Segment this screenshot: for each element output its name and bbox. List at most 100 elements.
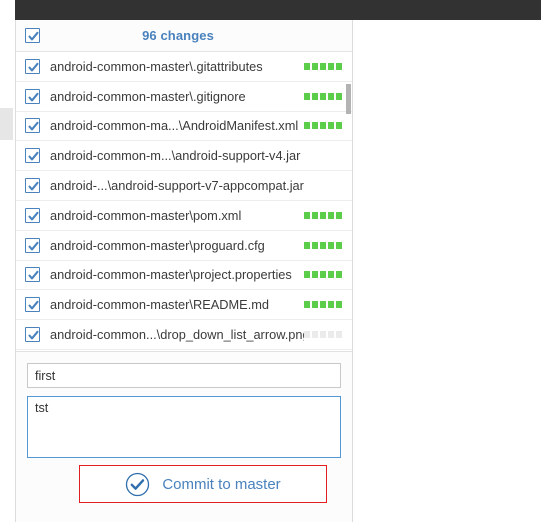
file-path-label: android-common-master\proguard.cfg xyxy=(50,237,265,253)
file-checkbox[interactable] xyxy=(25,58,40,74)
diff-size-indicator xyxy=(304,211,342,219)
diff-size-indicator xyxy=(304,92,342,100)
diff-bar xyxy=(312,92,318,100)
diff-size-indicator xyxy=(304,331,342,339)
diff-bar xyxy=(336,122,342,130)
file-path-label: android-common-master\.gitattributes xyxy=(50,58,263,74)
file-path-label: android-...\android-support-v7-appcompat… xyxy=(50,178,304,194)
select-all-checkbox[interactable] xyxy=(25,28,40,43)
check-icon xyxy=(28,271,39,280)
diff-bar xyxy=(320,331,326,339)
app-window: 96 changes android-common-master\.gitatt… xyxy=(0,0,541,522)
diff-bar xyxy=(328,331,334,339)
diff-bar xyxy=(312,271,318,279)
diff-bar xyxy=(336,241,342,249)
file-row[interactable]: android-common-master\pom.xml xyxy=(16,200,352,231)
window-title-bar xyxy=(15,0,541,20)
file-checkbox[interactable] xyxy=(25,88,40,104)
diff-bar xyxy=(336,62,342,70)
file-row[interactable]: android-common...\drop_down_list_arrow.p… xyxy=(16,320,352,350)
diff-bar xyxy=(336,331,342,339)
diff-bar xyxy=(304,301,310,309)
commit-button-label: Commit to master xyxy=(162,475,281,493)
diff-bar xyxy=(312,301,318,309)
commit-description-input[interactable] xyxy=(27,396,341,458)
commit-form: Commit to master xyxy=(16,351,352,522)
diff-bar xyxy=(336,211,342,219)
diff-bar xyxy=(328,211,334,219)
file-list-scrollbar[interactable] xyxy=(345,52,352,351)
diff-size-indicator xyxy=(304,62,342,70)
diff-bar xyxy=(304,62,310,70)
changes-list-header: 96 changes xyxy=(16,20,352,52)
diff-bar xyxy=(312,122,318,130)
diff-size-indicator xyxy=(304,241,342,249)
check-icon xyxy=(28,330,39,340)
file-path-label: android-common-m...\android-support-v4.j… xyxy=(50,148,301,164)
file-checkbox[interactable] xyxy=(25,148,40,164)
check-icon xyxy=(28,152,39,161)
changes-count-label: 96 changes xyxy=(142,28,214,43)
file-row[interactable]: android-common-master\.gitattributes xyxy=(16,52,352,82)
check-icon xyxy=(28,62,39,72)
diff-bar xyxy=(328,62,334,70)
diff-bar xyxy=(312,241,318,249)
file-row[interactable]: android-common-master\.gitignore xyxy=(16,81,352,112)
diff-bar xyxy=(304,92,310,100)
file-checkbox[interactable] xyxy=(25,237,40,253)
file-row[interactable]: android-common-ma...\AndroidManifest.xml xyxy=(16,111,352,142)
diff-bar xyxy=(328,122,334,130)
diff-bar xyxy=(320,301,326,309)
changed-files-list[interactable]: android-common-master\.gitattributes andr… xyxy=(16,52,352,351)
file-path-label: android-common-master\pom.xml xyxy=(50,207,242,223)
diff-bar xyxy=(312,211,318,219)
diff-bar xyxy=(328,271,334,279)
left-panel-edge xyxy=(0,108,13,140)
file-path-label: android-common-master\project.properties xyxy=(50,267,292,283)
diff-size-indicator xyxy=(304,301,342,309)
diff-bar xyxy=(320,122,326,130)
diff-bar xyxy=(328,241,334,249)
diff-bar xyxy=(336,301,342,309)
diff-bar xyxy=(320,241,326,249)
diff-bar xyxy=(328,301,334,309)
diff-size-indicator xyxy=(304,271,342,279)
diff-bar xyxy=(304,211,310,219)
file-checkbox[interactable] xyxy=(25,178,40,194)
file-path-label: android-common-master\README.md xyxy=(50,297,270,313)
check-circle-icon xyxy=(126,472,150,496)
diff-bar xyxy=(320,62,326,70)
commit-to-master-button[interactable]: Commit to master xyxy=(79,465,327,503)
file-checkbox[interactable] xyxy=(25,267,40,283)
diff-bar xyxy=(320,92,326,100)
diff-bar xyxy=(312,331,318,339)
check-icon xyxy=(28,301,39,310)
diff-bar xyxy=(336,92,342,100)
check-icon xyxy=(28,122,39,131)
changes-panel: 96 changes android-common-master\.gitatt… xyxy=(15,20,353,522)
commit-summary-input[interactable] xyxy=(27,363,341,388)
diff-bar xyxy=(336,271,342,279)
file-checkbox[interactable] xyxy=(25,118,40,134)
file-path-label: android-common...\drop_down_list_arrow.p… xyxy=(50,327,304,343)
diff-bar xyxy=(304,122,310,130)
diff-size-indicator xyxy=(304,122,342,130)
file-row[interactable]: android-common-master\proguard.cfg xyxy=(16,230,352,261)
file-row[interactable]: android-common-m...\android-support-v4.j… xyxy=(16,141,352,172)
file-row[interactable]: android-common-master\project.properties xyxy=(16,260,352,291)
diff-bar xyxy=(304,331,310,339)
diff-bar xyxy=(304,271,310,279)
file-row[interactable]: android-common-master\README.md xyxy=(16,290,352,321)
file-path-label: android-common-ma...\AndroidManifest.xml xyxy=(50,118,299,134)
file-checkbox[interactable] xyxy=(25,327,40,343)
diff-bar xyxy=(320,271,326,279)
check-icon xyxy=(28,31,39,41)
file-row[interactable]: android-...\android-support-v7-appcompat… xyxy=(16,171,352,201)
check-icon xyxy=(28,241,39,251)
file-list-scrollbar-thumb[interactable] xyxy=(346,84,351,114)
file-checkbox[interactable] xyxy=(25,297,40,313)
check-icon xyxy=(28,181,39,191)
check-icon xyxy=(28,211,39,221)
diff-bar xyxy=(312,62,318,70)
file-checkbox[interactable] xyxy=(25,207,40,223)
